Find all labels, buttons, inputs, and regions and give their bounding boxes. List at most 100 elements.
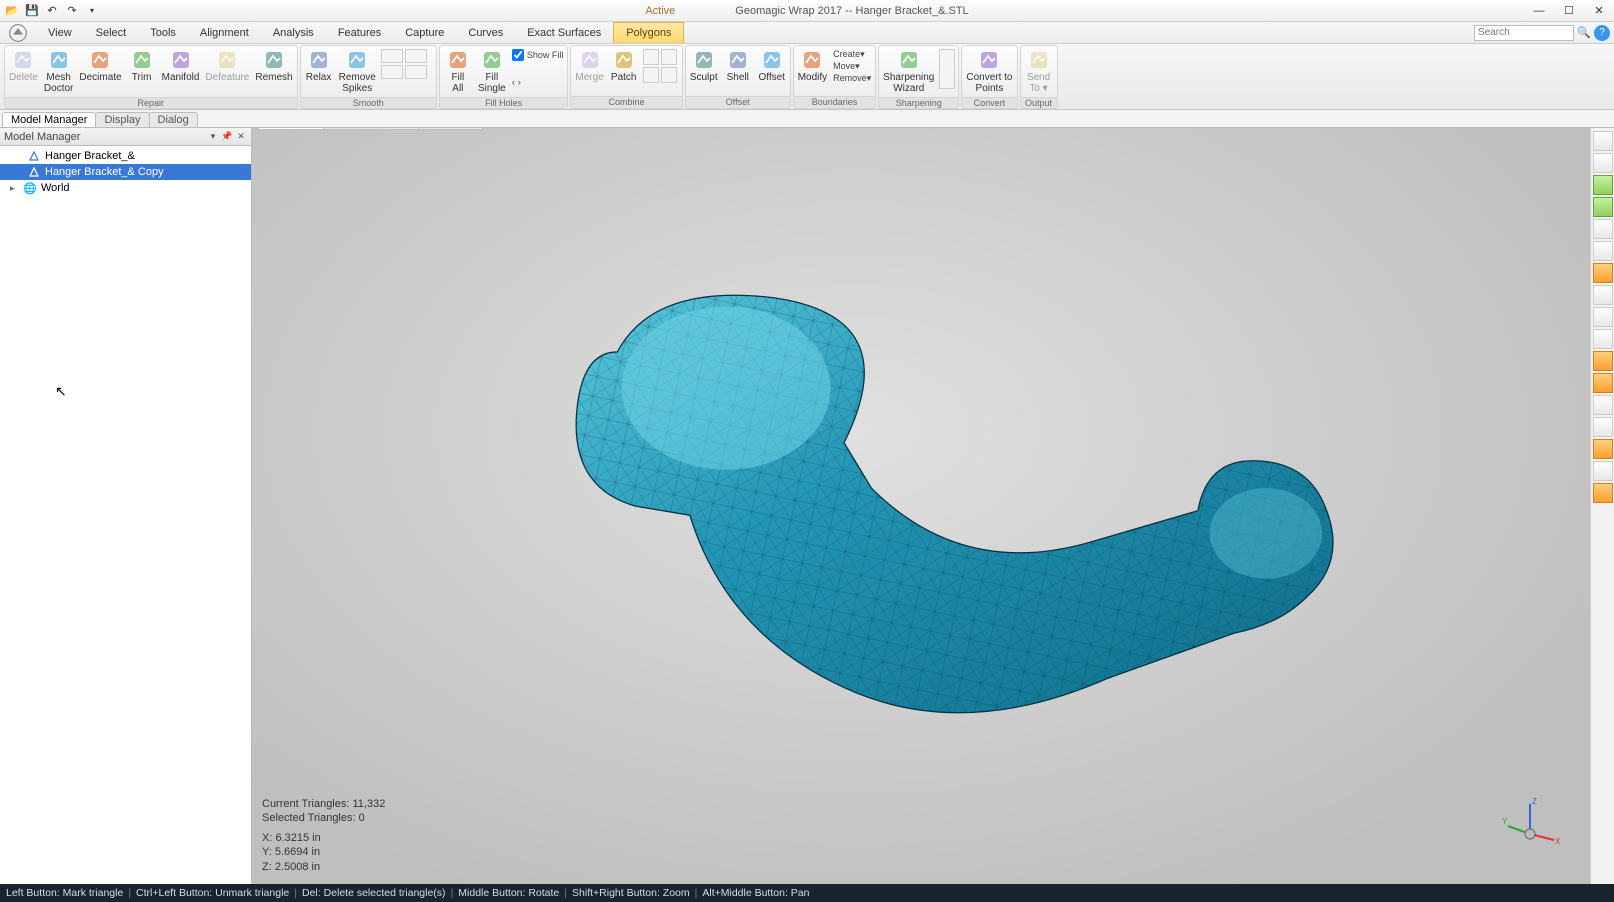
- right-tool-14[interactable]: [1593, 439, 1613, 459]
- convert-to-points-button[interactable]: Convert to Points: [963, 47, 1015, 96]
- ribbon-group-offset: SculptShellOffsetOffset: [685, 45, 791, 109]
- menu-exact-surfaces[interactable]: Exact Surfaces: [515, 22, 613, 43]
- menu-polygons[interactable]: Polygons: [613, 22, 684, 43]
- combine-tool-1[interactable]: [661, 49, 677, 65]
- right-tool-12[interactable]: [1593, 395, 1613, 415]
- save-icon[interactable]: 💾: [24, 3, 40, 19]
- right-tool-3[interactable]: [1593, 197, 1613, 217]
- search-icon[interactable]: 🔍: [1576, 25, 1592, 41]
- right-tool-5[interactable]: [1593, 241, 1613, 261]
- right-tool-7[interactable]: [1593, 285, 1613, 305]
- right-toolbar: [1590, 128, 1614, 884]
- relax-button[interactable]: Relax: [302, 47, 336, 85]
- view-tab-graphics[interactable]: Graphics: [258, 128, 324, 130]
- open-icon[interactable]: 📂: [4, 3, 20, 19]
- menu-select[interactable]: Select: [84, 22, 139, 43]
- combine-tool-2[interactable]: [643, 67, 659, 83]
- smooth-preset-1[interactable]: [405, 49, 427, 63]
- viewport[interactable]: GraphicsGetting StartedScripting Current…: [252, 128, 1590, 884]
- fill-next-icon[interactable]: ›: [518, 77, 521, 87]
- menu-alignment[interactable]: Alignment: [188, 22, 261, 43]
- panel-close-icon[interactable]: ✕: [235, 131, 247, 143]
- right-tool-2[interactable]: [1593, 175, 1613, 195]
- modify-label: Modify: [798, 72, 827, 83]
- fill-mode-0[interactable]: [512, 62, 526, 76]
- sharpen-extra[interactable]: [939, 49, 955, 89]
- combine-tool-3[interactable]: [661, 67, 677, 83]
- menu-features[interactable]: Features: [326, 22, 393, 43]
- combine-tool-0[interactable]: [643, 49, 659, 65]
- view-triad-icon[interactable]: X Y Z: [1500, 794, 1560, 854]
- qat-dropdown-icon[interactable]: ▾: [84, 3, 100, 19]
- right-tool-1[interactable]: [1593, 153, 1613, 173]
- offset-label: Offset: [758, 72, 785, 83]
- expand-icon[interactable]: ▸: [10, 183, 19, 194]
- boundaries-create[interactable]: Create▾: [833, 49, 871, 60]
- offset-icon: [761, 49, 783, 71]
- menu-capture[interactable]: Capture: [393, 22, 456, 43]
- fill-all-button[interactable]: Fill All: [441, 47, 475, 96]
- close-button[interactable]: ✕: [1584, 0, 1614, 22]
- modify-button[interactable]: Modify: [795, 47, 830, 85]
- undo-icon[interactable]: ↶: [44, 3, 60, 19]
- decimate-button[interactable]: Decimate: [76, 47, 124, 85]
- menu-tools[interactable]: Tools: [138, 22, 188, 43]
- right-tool-16[interactable]: [1593, 483, 1613, 503]
- panel-menu-icon[interactable]: ▾: [207, 131, 219, 143]
- mesh-doctor-label: Mesh Doctor: [44, 72, 73, 94]
- search-input[interactable]: [1474, 25, 1574, 41]
- smooth-preset-2[interactable]: [381, 65, 403, 79]
- smooth-preset-0[interactable]: [381, 49, 403, 63]
- fill-prev-icon[interactable]: ‹: [512, 77, 515, 87]
- side-tab-model-manager[interactable]: Model Manager: [2, 112, 96, 127]
- sharpening-wizard-button[interactable]: Sharpening Wizard: [880, 47, 937, 96]
- trim-icon: [131, 49, 153, 71]
- tree-node-hanger-bracket-copy[interactable]: Hanger Bracket_& Copy: [0, 164, 251, 180]
- minimize-button[interactable]: —: [1524, 0, 1554, 22]
- ribbon-group-boundaries: ModifyCreate▾Move▾Remove▾Boundaries: [793, 45, 876, 109]
- show-fill-checkbox[interactable]: Show Fill: [512, 49, 564, 61]
- tree-node-hanger-bracket[interactable]: Hanger Bracket_&: [0, 148, 251, 164]
- boundaries-move[interactable]: Move▾: [833, 61, 871, 72]
- fill-single-button[interactable]: Fill Single: [475, 47, 509, 96]
- maximize-button[interactable]: ☐: [1554, 0, 1584, 22]
- right-tool-8[interactable]: [1593, 307, 1613, 327]
- right-tool-13[interactable]: [1593, 417, 1613, 437]
- manifold-button[interactable]: Manifold: [159, 47, 203, 85]
- view-tab-scripting[interactable]: Scripting: [418, 128, 483, 130]
- menu-curves[interactable]: Curves: [456, 22, 515, 43]
- fill-mode-2[interactable]: [544, 62, 558, 76]
- shell-button[interactable]: Shell: [721, 47, 755, 85]
- menu-view[interactable]: View: [36, 22, 84, 43]
- sculpt-label: Sculpt: [690, 72, 718, 83]
- right-tool-0[interactable]: [1593, 131, 1613, 151]
- right-tool-6[interactable]: [1593, 263, 1613, 283]
- panel-pin-icon[interactable]: 📌: [221, 131, 233, 143]
- mesh-model[interactable]: [359, 234, 1456, 778]
- view-tab-getting-started[interactable]: Getting Started: [323, 128, 419, 130]
- fill-mode-1[interactable]: [528, 62, 542, 76]
- status-hint-5: Alt+Middle Button: Pan: [702, 887, 809, 899]
- menu-analysis[interactable]: Analysis: [261, 22, 326, 43]
- trim-button[interactable]: Trim: [125, 47, 159, 85]
- mesh-doctor-button[interactable]: Mesh Doctor: [41, 47, 76, 96]
- sculpt-button[interactable]: Sculpt: [687, 47, 721, 85]
- right-tool-15[interactable]: [1593, 461, 1613, 481]
- right-tool-10[interactable]: [1593, 351, 1613, 371]
- tree-node-world[interactable]: ▸🌐World: [0, 180, 251, 196]
- right-tool-9[interactable]: [1593, 329, 1613, 349]
- redo-icon[interactable]: ↷: [64, 3, 80, 19]
- side-tab-display[interactable]: Display: [95, 112, 149, 127]
- smooth-preset-3[interactable]: [405, 65, 427, 79]
- boundaries-remove[interactable]: Remove▾: [833, 73, 871, 84]
- help-icon[interactable]: ?: [1594, 25, 1610, 41]
- remesh-button[interactable]: Remesh: [252, 47, 295, 85]
- right-tool-11[interactable]: [1593, 373, 1613, 393]
- patch-button[interactable]: Patch: [607, 47, 641, 85]
- right-tool-4[interactable]: [1593, 219, 1613, 239]
- remove-spikes-button[interactable]: Remove Spikes: [336, 47, 379, 96]
- merge-icon: [579, 49, 601, 71]
- side-tab-dialog[interactable]: Dialog: [149, 112, 198, 127]
- offset-button[interactable]: Offset: [755, 47, 789, 85]
- app-logo-icon[interactable]: [0, 22, 36, 43]
